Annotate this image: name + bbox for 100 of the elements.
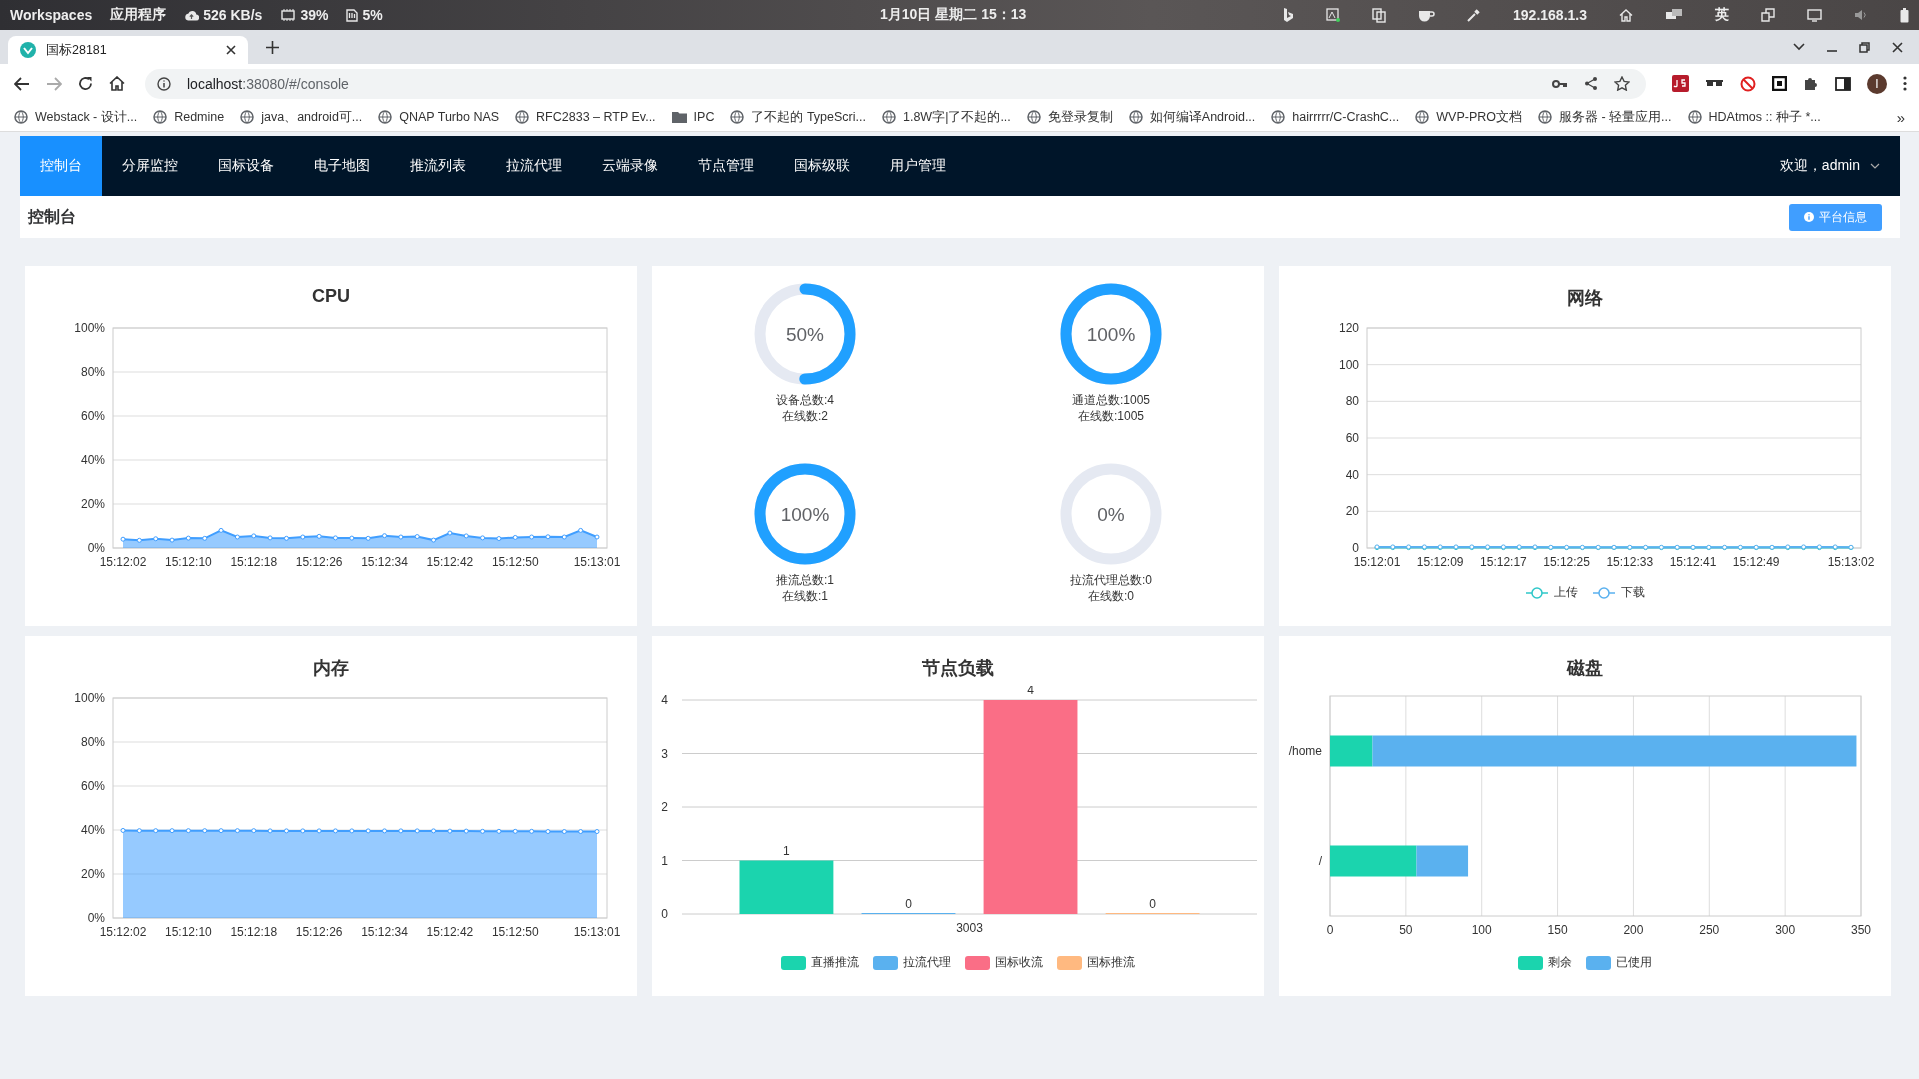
axis-label: 15:12:09	[1416, 555, 1464, 569]
bookmark[interactable]: 免登录复制	[1026, 108, 1113, 126]
user-menu[interactable]: 欢迎，admin	[1779, 136, 1900, 196]
axis-label: 350	[1851, 923, 1871, 937]
axis-label: 40%	[80, 823, 105, 837]
more-bookmarks-button[interactable]: »	[1896, 108, 1905, 126]
cpu-usage: 39%	[300, 7, 329, 23]
key-icon[interactable]	[1552, 78, 1568, 89]
new-tab-icon[interactable]	[266, 40, 279, 54]
globe-icon	[153, 110, 168, 124]
bookmark[interactable]: 了不起的 TypeScri...	[730, 108, 866, 126]
nav-item[interactable]: 拉流代理	[486, 136, 582, 196]
legend-label[interactable]: 下载	[1621, 584, 1645, 601]
address-bar[interactable]: localhost:38080/#/console	[145, 68, 1646, 99]
legend-label[interactable]: 剩余	[1548, 954, 1572, 971]
axis-label: 15:12:18	[230, 925, 278, 939]
legend-label[interactable]: 已使用	[1616, 954, 1652, 971]
puzzle-icon[interactable]	[1803, 75, 1819, 92]
axis-label: 15:12:01	[1353, 555, 1401, 569]
legend-swatch[interactable]	[1586, 955, 1611, 970]
speaker-icon[interactable]	[1854, 9, 1868, 21]
app-icon[interactable]	[1282, 7, 1295, 23]
axis-label: 15:12:26	[295, 555, 343, 569]
network-display-icon[interactable]	[1665, 8, 1683, 22]
bookmark[interactable]: 1.8W字|了不起的...	[881, 108, 1011, 126]
axis-label: 100	[1471, 923, 1492, 937]
bookmark[interactable]: WVP-PRO文档	[1415, 108, 1522, 126]
bookmark[interactable]: hairrrrr/C-CrashC...	[1271, 110, 1400, 124]
globe-icon	[730, 110, 745, 124]
close-icon[interactable]	[226, 45, 236, 55]
blocked-icon[interactable]	[1740, 75, 1756, 92]
color-picker-icon[interactable]	[1467, 8, 1482, 22]
legend-label[interactable]: 拉流代理	[903, 954, 951, 971]
legend-label[interactable]: 上传	[1554, 584, 1578, 601]
legend-label[interactable]: 国标收流	[995, 954, 1043, 971]
globe-icon	[1687, 110, 1702, 124]
axis-label: 100	[1338, 357, 1359, 372]
nav-item[interactable]: 国标设备	[198, 136, 294, 196]
legend-swatch[interactable]	[873, 955, 898, 970]
bar-value-label: 4	[1027, 686, 1034, 697]
applications-menu[interactable]: 应用程序	[110, 6, 167, 24]
nav-item[interactable]: 推流列表	[390, 136, 486, 196]
chart-title: 节点负载	[921, 657, 995, 680]
bookmark[interactable]: QNAP Turbo NAS	[378, 110, 500, 124]
picture-app-icon[interactable]	[1326, 8, 1341, 22]
legend-swatch[interactable]	[965, 955, 990, 970]
legend-label[interactable]: 直播推流	[811, 954, 859, 971]
bar-value-label: 1	[783, 843, 790, 858]
nav-item[interactable]: 节点管理	[678, 136, 774, 196]
site-logo-icon	[20, 42, 36, 58]
copy-icon[interactable]	[1372, 7, 1387, 23]
close-icon[interactable]	[1892, 41, 1903, 53]
axis-label: 20%	[80, 497, 105, 511]
restore-icon[interactable]	[1859, 41, 1870, 53]
share-icon[interactable]	[1584, 76, 1598, 91]
profile-avatar[interactable]: I	[1867, 73, 1887, 94]
browser-tab[interactable]: 国标28181	[8, 36, 248, 64]
legend-label[interactable]: 国标推流	[1087, 954, 1135, 971]
legend-swatch[interactable]	[1518, 955, 1543, 970]
bookmark[interactable]: Webstack - 设计...	[14, 108, 138, 126]
workspaces-menu[interactable]: Workspaces	[10, 7, 93, 23]
bookmark[interactable]: RFC2833 – RTP Ev...	[515, 110, 656, 124]
bookmark[interactable]: IPC	[671, 110, 715, 124]
bookmark[interactable]: 服务器 - 轻量应用...	[1538, 108, 1672, 126]
nav-item[interactable]: 云端录像	[582, 136, 678, 196]
caret-down-icon[interactable]	[1793, 43, 1805, 51]
axis-label: 15:12:33	[1606, 555, 1654, 569]
bookmark[interactable]: 如何编译Android...	[1128, 108, 1256, 126]
bookmark[interactable]: HDAtmos :: 种子 *...	[1687, 108, 1821, 126]
axis-label: 15:12:02	[99, 555, 147, 569]
info-icon[interactable]	[157, 76, 171, 91]
bookmark[interactable]: Redmine	[153, 110, 225, 124]
axis-label: /	[1318, 854, 1322, 868]
star-icon[interactable]	[1614, 76, 1630, 91]
battery-icon[interactable]	[1900, 7, 1909, 23]
nav-item[interactable]: 分屏监控	[102, 136, 198, 196]
progress-ring: 50%	[753, 282, 857, 386]
axis-label: 15:13:01	[573, 555, 621, 569]
back-icon[interactable]	[14, 76, 30, 91]
screen-icon[interactable]	[1807, 8, 1822, 22]
reload-icon[interactable]	[78, 76, 93, 91]
window-icon[interactable]	[1761, 8, 1775, 22]
menu-icon[interactable]	[1903, 76, 1907, 91]
home-icon[interactable]	[109, 76, 125, 91]
info-icon	[1804, 212, 1814, 222]
nav-item[interactable]: 电子地图	[294, 136, 390, 196]
axis-label: 0	[1326, 923, 1334, 937]
nav-item[interactable]: 用户管理	[870, 136, 966, 196]
cup-icon[interactable]	[1418, 8, 1436, 22]
bookmark[interactable]: java、android可...	[240, 108, 363, 126]
input-method[interactable]: 英	[1715, 6, 1729, 24]
clock[interactable]: 1月10日 星期二 15：13	[880, 6, 1027, 24]
nav-item[interactable]: 国标级联	[774, 136, 870, 196]
legend-swatch[interactable]	[1057, 955, 1082, 970]
axis-label: 15:12:17	[1480, 555, 1527, 569]
progress-ring: 100%	[753, 462, 857, 566]
extension-icon[interactable]	[1672, 75, 1689, 92]
legend-swatch[interactable]	[781, 955, 806, 970]
axis-label: 0	[1352, 541, 1359, 555]
side-panel-icon[interactable]	[1835, 76, 1851, 91]
